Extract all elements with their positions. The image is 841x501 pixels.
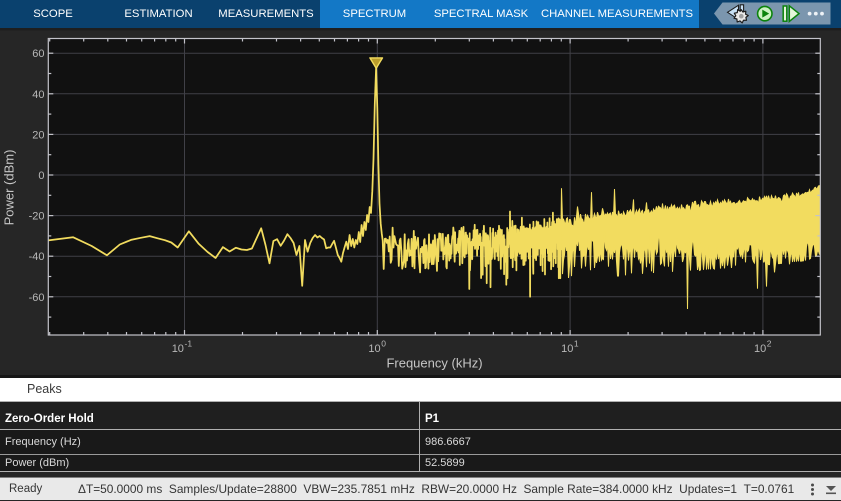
- svg-text:-40: -40: [29, 251, 45, 263]
- svg-text:1: 1: [574, 339, 579, 349]
- svg-text:-1: -1: [185, 339, 193, 349]
- svg-text:0: 0: [38, 170, 44, 182]
- svg-text:-20: -20: [29, 211, 45, 223]
- svg-text:10: 10: [172, 343, 184, 355]
- svg-text:-60: -60: [29, 292, 45, 304]
- svg-text:10: 10: [754, 343, 766, 355]
- svg-text:10: 10: [368, 343, 380, 355]
- svg-text:2: 2: [767, 339, 772, 349]
- svg-text:Frequency (kHz): Frequency (kHz): [386, 355, 482, 370]
- svg-text:40: 40: [32, 89, 44, 101]
- svg-text:0: 0: [381, 339, 386, 349]
- svg-text:20: 20: [32, 129, 44, 141]
- svg-text:10: 10: [561, 343, 573, 355]
- svg-text:60: 60: [32, 48, 44, 60]
- svg-text:Power (dBm): Power (dBm): [2, 150, 17, 226]
